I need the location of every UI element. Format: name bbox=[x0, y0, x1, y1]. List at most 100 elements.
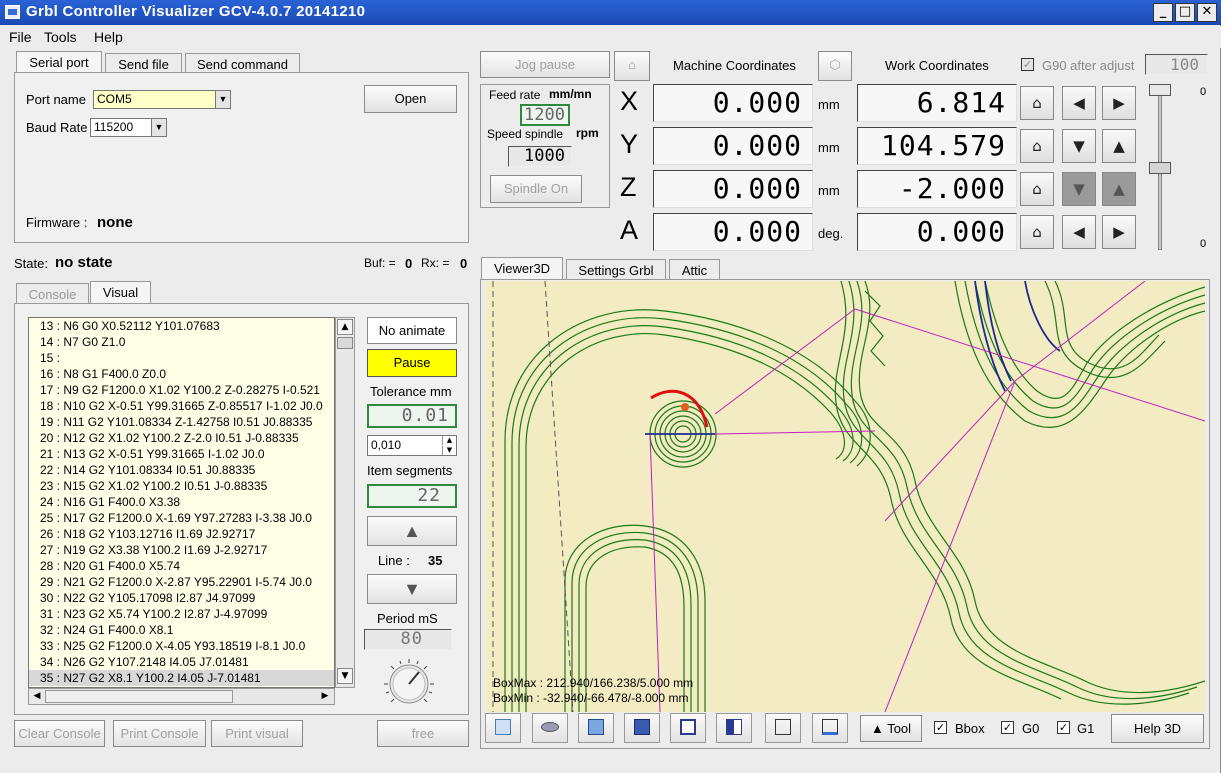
scroll-thumb[interactable] bbox=[337, 337, 353, 349]
tab-visual[interactable]: Visual bbox=[90, 281, 151, 304]
tolerance-spinbox[interactable]: 0,010 ▲ ▼ bbox=[367, 435, 457, 456]
gcode-line[interactable]: 29 : N21 G2 F1200.0 X-2.87 Y95.22901 I-5… bbox=[29, 574, 334, 590]
jog-minus-a-button[interactable]: ◀ bbox=[1062, 215, 1096, 249]
close-button[interactable]: ✕ bbox=[1197, 3, 1217, 22]
window-title: Grbl Controller Visualizer GCV-4.0.7 201… bbox=[26, 3, 366, 20]
jog-minus-y-button[interactable]: ▼ bbox=[1062, 129, 1096, 163]
open-button[interactable]: Open bbox=[364, 85, 457, 113]
gcode-line[interactable]: 28 : N20 G1 F400.0 X5.74 bbox=[29, 558, 334, 574]
print-console-button[interactable]: Print Console bbox=[113, 720, 206, 747]
cube-right-icon bbox=[634, 719, 650, 735]
gcode-list[interactable]: 13 : N6 G0 X0.52112 Y101.07683 14 : N7 G0… bbox=[28, 317, 335, 688]
tab-send-file[interactable]: Send file bbox=[105, 53, 182, 73]
menu-tools[interactable]: Tools bbox=[44, 29, 77, 45]
home-axis-z-button[interactable]: ⌂ bbox=[1020, 172, 1054, 206]
gcode-line[interactable]: 15 : bbox=[29, 350, 334, 366]
gcode-line[interactable]: 30 : N22 G2 Y105.17098 I2.87 J4.97099 bbox=[29, 590, 334, 606]
gcode-line[interactable]: 35 : N27 G2 X8.1 Y100.2 I4.05 J-7.01481 bbox=[29, 670, 334, 686]
gcode-line[interactable]: 34 : N26 G2 Y107.2148 I4.05 J7.01481 bbox=[29, 654, 334, 670]
jog-minus-x-button[interactable]: ◀ bbox=[1062, 86, 1096, 120]
gcode-line[interactable]: 23 : N15 G2 X1.02 Y100.2 I0.51 J-0.88335 bbox=[29, 478, 334, 494]
tab-console[interactable]: Console bbox=[16, 283, 89, 303]
minimize-button[interactable]: _ bbox=[1153, 3, 1173, 22]
slider-handle[interactable] bbox=[1149, 162, 1171, 174]
gcode-line[interactable]: 33 : N25 G2 F1200.0 X-4.05 Y93.18519 I-8… bbox=[29, 638, 334, 654]
print-visual-button[interactable]: Print visual bbox=[211, 720, 303, 747]
home-axis-x-button[interactable]: ⌂ bbox=[1020, 86, 1054, 120]
port-name-select[interactable]: COM5 ▼ bbox=[93, 90, 231, 109]
tab-settings-grbl[interactable]: Settings Grbl bbox=[566, 259, 666, 279]
scroll-left-icon[interactable]: ◀ bbox=[30, 690, 44, 703]
g0-checkbox[interactable]: ✓ bbox=[1001, 721, 1014, 734]
pause-button[interactable]: Pause bbox=[367, 349, 457, 377]
gcode-line[interactable]: 17 : N9 G2 F1200.0 X1.02 Y100.2 Z-0.2827… bbox=[29, 382, 334, 398]
spindle-on-button[interactable]: Spindle On bbox=[490, 175, 582, 203]
view-wire-button[interactable] bbox=[765, 713, 801, 743]
home-axis-a-button[interactable]: ⌂ bbox=[1020, 215, 1054, 249]
menu-help[interactable]: Help bbox=[94, 29, 123, 45]
gcode-line[interactable]: 18 : N10 G2 X-0.51 Y99.31665 Z-0.85517 I… bbox=[29, 398, 334, 414]
gcode-line[interactable]: 16 : N8 G1 F400.0 Z0.0 bbox=[29, 366, 334, 382]
zero-machine-button[interactable]: ⬡ bbox=[818, 51, 852, 81]
maximize-button[interactable]: □ bbox=[1175, 3, 1195, 22]
gcode-line[interactable]: 31 : N23 G2 X5.74 Y100.2 I2.87 J-4.97099 bbox=[29, 606, 334, 622]
jog-plus-y-button[interactable]: ▲ bbox=[1102, 129, 1136, 163]
home-all-machine-button[interactable]: ⌂ bbox=[614, 51, 650, 81]
line-up-button[interactable]: ▲ bbox=[367, 516, 457, 546]
clear-console-button[interactable]: Clear Console bbox=[14, 720, 105, 747]
period-dial[interactable] bbox=[382, 657, 436, 711]
machine-coord-a: 0.000 bbox=[653, 213, 813, 251]
jog-plus-a-button[interactable]: ▶ bbox=[1102, 215, 1136, 249]
scroll-up-icon[interactable]: ▲ bbox=[337, 319, 353, 335]
scroll-right-icon[interactable]: ▶ bbox=[318, 690, 332, 703]
view-front-button[interactable] bbox=[578, 713, 614, 743]
jog-step-slider[interactable] bbox=[1145, 84, 1175, 254]
tab-viewer3d[interactable]: Viewer3D bbox=[481, 257, 563, 280]
slider-top-handle[interactable] bbox=[1149, 84, 1171, 96]
gcode-line[interactable]: 14 : N7 G0 Z1.0 bbox=[29, 334, 334, 350]
tab-send-command[interactable]: Send command bbox=[185, 53, 300, 73]
view-bottom-button[interactable] bbox=[812, 713, 848, 743]
help-3d-button[interactable]: Help 3D bbox=[1111, 714, 1204, 743]
gcode-line[interactable]: 27 : N19 G2 X3.38 Y100.2 I1.69 J-2.92717 bbox=[29, 542, 334, 558]
free-button[interactable]: free bbox=[377, 720, 469, 747]
no-animate-button[interactable]: No animate bbox=[367, 317, 457, 344]
gcode-line[interactable]: 21 : N13 G2 X-0.51 Y99.31665 I-1.02 J0.0 bbox=[29, 446, 334, 462]
bbox-checkbox[interactable]: ✓ bbox=[934, 721, 947, 734]
gcode-line[interactable]: 26 : N18 G2 Y103.12716 I1.69 J2.92717 bbox=[29, 526, 334, 542]
g1-checkbox[interactable]: ✓ bbox=[1057, 721, 1070, 734]
spin-down-icon[interactable]: ▼ bbox=[442, 446, 456, 455]
view-back-button[interactable] bbox=[670, 713, 706, 743]
view-left-button[interactable] bbox=[716, 713, 752, 743]
jog-minus-z-button[interactable]: ▼ bbox=[1062, 172, 1096, 206]
tool-menu-button[interactable]: ▲ Tool bbox=[860, 715, 922, 742]
view-fit-button[interactable] bbox=[485, 713, 521, 743]
scroll-thumb-h[interactable] bbox=[45, 690, 233, 703]
jog-pause-button[interactable]: Jog pause bbox=[480, 51, 610, 78]
viewer3d-canvas[interactable]: BoxMax : 212.940/166.238/5.000 mm BoxMin… bbox=[485, 281, 1205, 712]
machine-coord-x: 0.000 bbox=[653, 84, 813, 122]
gcode-line[interactable]: 24 : N16 G1 F400.0 X3.38 bbox=[29, 494, 334, 510]
view-up-button[interactable] bbox=[532, 713, 568, 743]
view-right-button[interactable] bbox=[624, 713, 660, 743]
menu-file[interactable]: File bbox=[9, 29, 32, 45]
gcode-line[interactable]: 32 : N24 G1 F400.0 X8.1 bbox=[29, 622, 334, 638]
gcode-line[interactable]: 22 : N14 G2 Y101.08334 I0.51 J0.88335 bbox=[29, 462, 334, 478]
gcode-line[interactable]: 20 : N12 G2 X1.02 Y100.2 Z-2.0 I0.51 J-0… bbox=[29, 430, 334, 446]
gcode-line[interactable]: 19 : N11 G2 Y101.08334 Z-1.42758 I0.51 J… bbox=[29, 414, 334, 430]
gcode-line[interactable]: 13 : N6 G0 X0.52112 Y101.07683 bbox=[29, 318, 334, 334]
spin-up-icon[interactable]: ▲ bbox=[442, 436, 456, 445]
speed-spindle-label: Speed spindle bbox=[487, 127, 564, 141]
tab-attic[interactable]: Attic bbox=[669, 259, 720, 279]
gcode-line[interactable]: 25 : N17 G2 F1200.0 X-1.69 Y97.27283 I-3… bbox=[29, 510, 334, 526]
home-axis-y-button[interactable]: ⌂ bbox=[1020, 129, 1054, 163]
jog-plus-z-button[interactable]: ▲ bbox=[1102, 172, 1136, 206]
jog-plus-x-button[interactable]: ▶ bbox=[1102, 86, 1136, 120]
gcode-horizontal-scrollbar[interactable]: ◀ ▶ bbox=[28, 688, 335, 705]
baud-rate-select[interactable]: 115200 ▼ bbox=[90, 118, 167, 137]
line-down-button[interactable]: ▼ bbox=[367, 574, 457, 604]
tab-serial-port[interactable]: Serial port bbox=[16, 51, 102, 74]
g90-checkbox[interactable]: ✓ bbox=[1021, 58, 1034, 71]
gcode-vertical-scrollbar[interactable]: ▲ ▼ bbox=[335, 317, 355, 688]
scroll-down-icon[interactable]: ▼ bbox=[337, 668, 353, 684]
